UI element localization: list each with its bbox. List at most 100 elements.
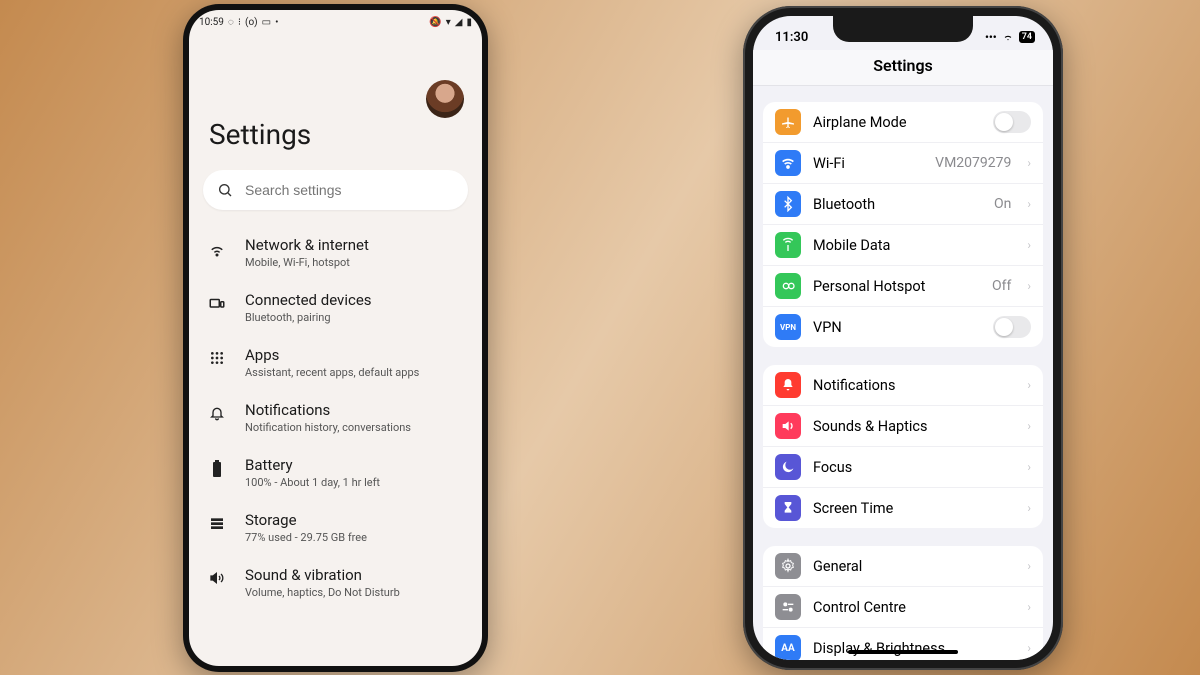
settings-row-screen-time[interactable]: Screen Time › <box>763 488 1043 528</box>
page-title: Settings <box>209 118 311 151</box>
chevron-right-icon: › <box>1027 197 1031 211</box>
item-title: Connected devices <box>245 291 372 309</box>
antenna-icon <box>775 232 801 258</box>
battery-icon: 74 <box>1019 31 1035 43</box>
iphone-frame: 11:30 ••• 74 Settings Airplane Mode Wi-F… <box>743 6 1063 670</box>
dot-icon: • <box>275 17 278 28</box>
item-subtitle: 100% - About 1 day, 1 hr left <box>245 476 380 489</box>
row-label: General <box>813 558 1015 575</box>
settings-group-notifications: Notifications › Sounds & Haptics › Focus… <box>763 365 1043 528</box>
row-value: VM2079279 <box>935 155 1011 171</box>
status-time: 11:30 <box>775 30 808 45</box>
notch <box>833 16 973 42</box>
settings-item-connected-devices[interactable]: Connected devices Bluetooth, pairing <box>189 280 482 335</box>
app-icon: ▭ <box>262 17 271 28</box>
android-status-bar: 10:59 ◌ ⁝ (o) ▭ • 🔕 ▾ ◢ ▮ <box>189 10 482 30</box>
chevron-right-icon: › <box>1027 419 1031 433</box>
settings-row-notifications[interactable]: Notifications › <box>763 365 1043 406</box>
settings-row-wifi[interactable]: Wi-Fi VM2079279 › <box>763 143 1043 184</box>
settings-row-airplane[interactable]: Airplane Mode <box>763 102 1043 143</box>
gear-icon <box>775 553 801 579</box>
chevron-right-icon: › <box>1027 501 1031 515</box>
row-label: VPN <box>813 319 981 336</box>
chevron-right-icon: › <box>1027 156 1031 170</box>
chevron-right-icon: › <box>1027 238 1031 252</box>
settings-row-hotspot[interactable]: Personal Hotspot Off › <box>763 266 1043 307</box>
item-title: Battery <box>245 456 380 474</box>
status-time: 10:59 <box>199 17 224 28</box>
airplane-icon <box>775 109 801 135</box>
wifi-icon <box>1001 32 1015 42</box>
storage-icon <box>207 511 227 531</box>
signal-icon: ◢ <box>455 17 463 28</box>
apps-grid-icon <box>207 346 227 366</box>
settings-row-vpn[interactable]: VPN VPN <box>763 307 1043 347</box>
dnd-icon: 🔕 <box>429 17 441 28</box>
row-label: Wi-Fi <box>813 155 923 172</box>
settings-row-mobile-data[interactable]: Mobile Data › <box>763 225 1043 266</box>
android-screen: 10:59 ◌ ⁝ (o) ▭ • 🔕 ▾ ◢ ▮ Settings <box>189 10 482 666</box>
signal-icon: ••• <box>985 31 997 44</box>
avatar[interactable] <box>426 80 464 118</box>
item-subtitle: 77% used - 29.75 GB free <box>245 531 367 544</box>
settings-row-sounds[interactable]: Sounds & Haptics › <box>763 406 1043 447</box>
row-label: Airplane Mode <box>813 114 981 131</box>
battery-icon <box>207 456 227 478</box>
hourglass-icon <box>775 495 801 521</box>
settings-group-connectivity: Airplane Mode Wi-Fi VM2079279 › Bluetoot… <box>763 102 1043 347</box>
search-bar[interactable] <box>203 170 468 210</box>
row-label: Sounds & Haptics <box>813 418 1015 435</box>
chevron-right-icon: › <box>1027 279 1031 293</box>
row-label: Notifications <box>813 377 1015 394</box>
settings-row-focus[interactable]: Focus › <box>763 447 1043 488</box>
record-icon: (o) <box>245 17 258 28</box>
vpn-icon: VPN <box>775 314 801 340</box>
speaker-icon <box>775 413 801 439</box>
settings-row-general[interactable]: General › <box>763 546 1043 587</box>
item-title: Network & internet <box>245 236 369 254</box>
item-subtitle: Assistant, recent apps, default apps <box>245 366 419 379</box>
settings-list: Network & internet Mobile, Wi-Fi, hotspot… <box>189 225 482 666</box>
item-title: Sound & vibration <box>245 566 400 584</box>
bell-icon <box>207 401 227 421</box>
search-input[interactable] <box>245 182 454 198</box>
toggle-switch[interactable] <box>993 111 1031 133</box>
item-subtitle: Notification history, conversations <box>245 421 411 434</box>
settings-item-battery[interactable]: Battery 100% - About 1 day, 1 hr left <box>189 445 482 500</box>
chevron-right-icon: › <box>1027 460 1031 474</box>
chevron-right-icon: › <box>1027 378 1031 392</box>
settings-row-control-centre[interactable]: Control Centre › <box>763 587 1043 628</box>
row-label: Control Centre <box>813 599 1015 616</box>
row-label: Focus <box>813 459 1015 476</box>
item-subtitle: Mobile, Wi-Fi, hotspot <box>245 256 369 269</box>
settings-content: Airplane Mode Wi-Fi VM2079279 › Bluetoot… <box>753 92 1053 660</box>
chevron-right-icon: › <box>1027 600 1031 614</box>
settings-item-apps[interactable]: Apps Assistant, recent apps, default apps <box>189 335 482 390</box>
settings-group-general: General › Control Centre › AA Display & … <box>763 546 1043 660</box>
wifi-icon <box>207 236 227 258</box>
settings-row-bluetooth[interactable]: Bluetooth On › <box>763 184 1043 225</box>
android-phone-frame: 10:59 ◌ ⁝ (o) ▭ • 🔕 ▾ ◢ ▮ Settings <box>183 4 488 672</box>
settings-item-sound[interactable]: Sound & vibrationVolume, haptics, Do Not… <box>189 555 482 610</box>
settings-item-storage[interactable]: Storage 77% used - 29.75 GB free <box>189 500 482 555</box>
item-subtitle: Bluetooth, pairing <box>245 311 372 324</box>
wifi-icon <box>775 150 801 176</box>
settings-row-display[interactable]: AA Display & Brightness › <box>763 628 1043 660</box>
home-indicator[interactable] <box>848 650 958 654</box>
iphone-screen: 11:30 ••• 74 Settings Airplane Mode Wi-F… <box>753 16 1053 660</box>
settings-item-notifications[interactable]: Notifications Notification history, conve… <box>189 390 482 445</box>
battery-icon: ▮ <box>466 17 472 28</box>
row-label: Personal Hotspot <box>813 278 980 295</box>
item-title: Notifications <box>245 401 411 419</box>
item-title: Storage <box>245 511 367 529</box>
sound-icon <box>207 566 227 586</box>
row-label: Screen Time <box>813 500 1015 517</box>
settings-item-network[interactable]: Network & internet Mobile, Wi-Fi, hotspot <box>189 225 482 280</box>
wifi-icon: ▾ <box>446 17 451 28</box>
item-title: Apps <box>245 346 419 364</box>
bluetooth-icon <box>775 191 801 217</box>
toggle-switch[interactable] <box>993 316 1031 338</box>
row-label: Bluetooth <box>813 196 982 213</box>
search-icon <box>217 182 233 198</box>
row-value: Off <box>992 278 1011 294</box>
